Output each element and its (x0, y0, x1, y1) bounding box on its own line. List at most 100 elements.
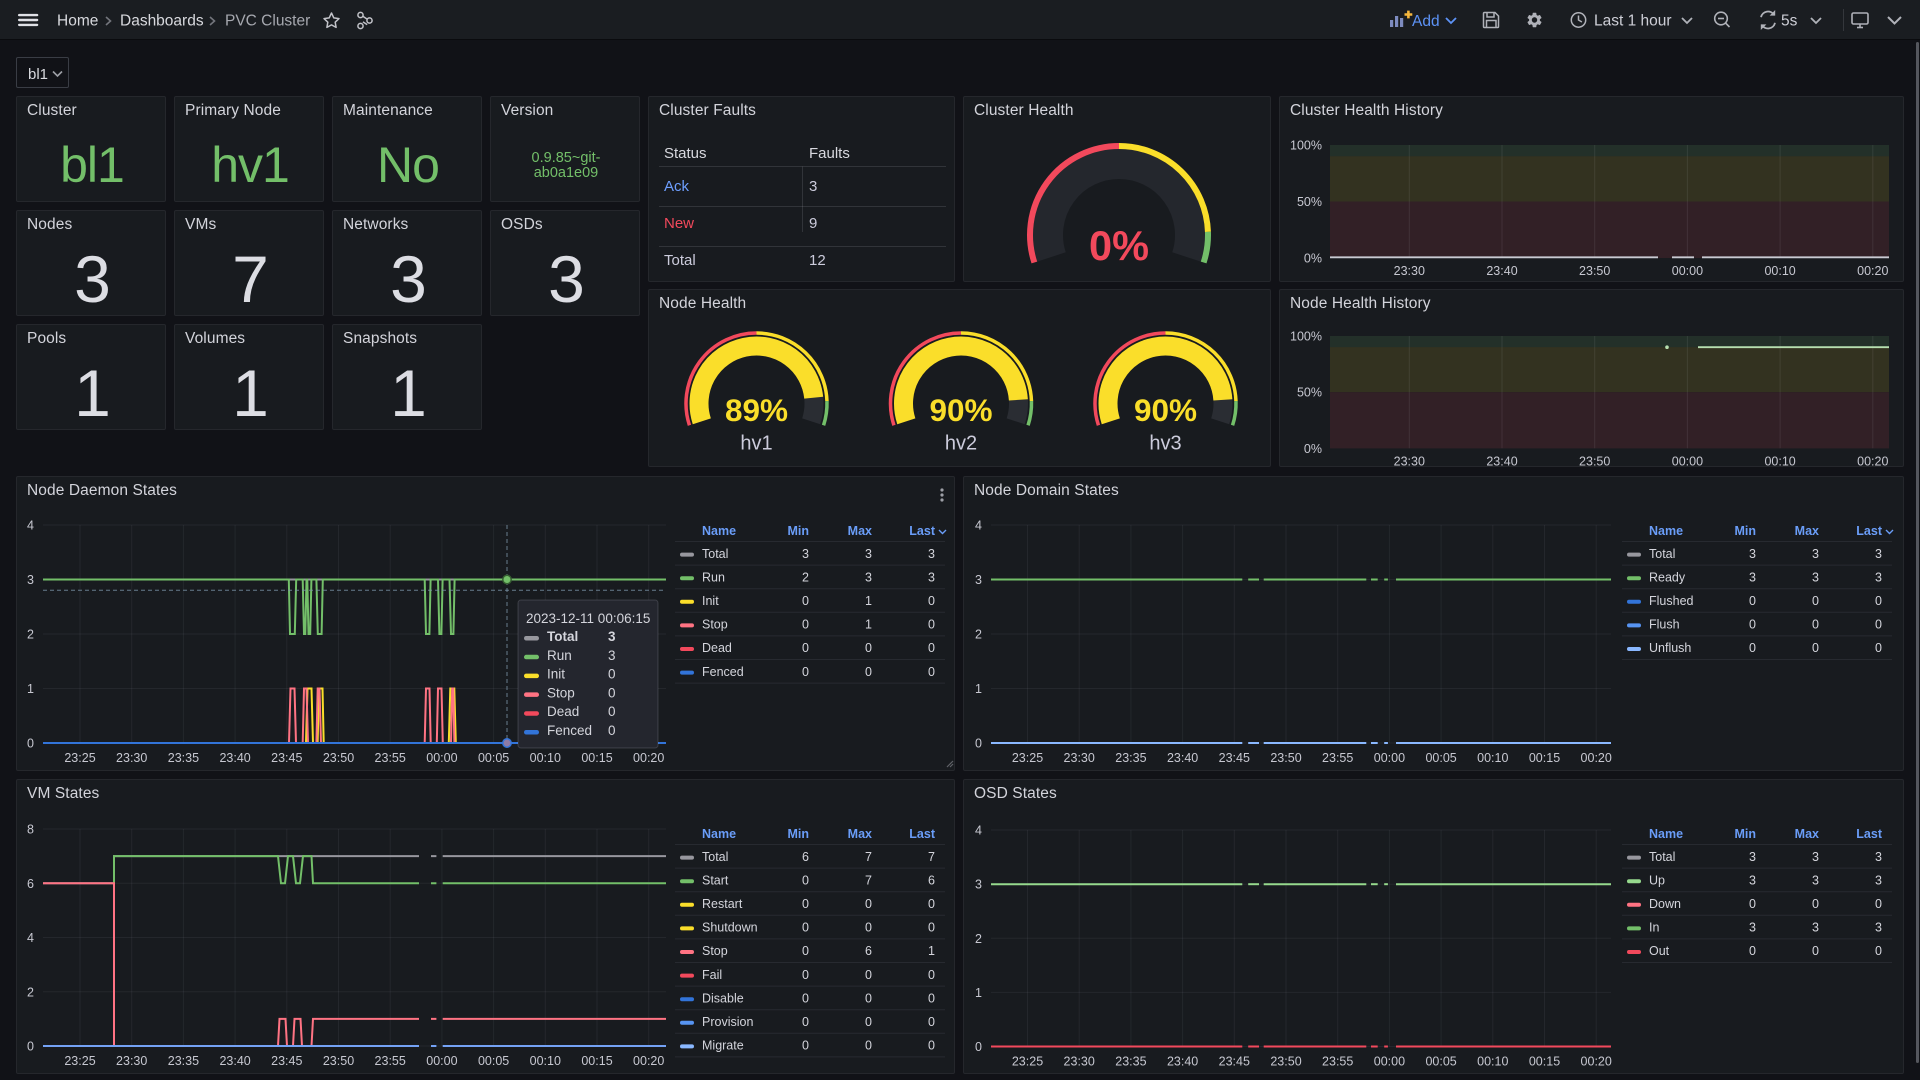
svg-text:Fenced: Fenced (547, 723, 592, 738)
svg-text:23:35: 23:35 (168, 751, 199, 765)
svg-text:3: 3 (975, 573, 982, 587)
svg-text:23:40: 23:40 (1486, 454, 1517, 468)
svg-text:00:10: 00:10 (530, 751, 561, 765)
svg-text:0: 0 (802, 991, 809, 1005)
svg-text:Unflush: Unflush (1649, 641, 1691, 655)
svg-text:6: 6 (27, 877, 34, 891)
svg-text:0: 0 (975, 737, 982, 751)
svg-text:0: 0 (1812, 897, 1819, 911)
svg-text:Total: Total (1649, 547, 1675, 561)
svg-text:Fenced: Fenced (702, 665, 744, 679)
svg-text:3: 3 (809, 178, 817, 195)
svg-text:Total: Total (1649, 850, 1675, 864)
svg-text:4: 4 (27, 931, 34, 945)
svg-text:Last: Last (909, 524, 936, 538)
svg-text:Last: Last (1856, 524, 1883, 538)
svg-text:00:05: 00:05 (1425, 1055, 1456, 1069)
svg-text:1: 1 (865, 594, 872, 608)
svg-text:0: 0 (608, 667, 616, 682)
svg-text:00:10: 00:10 (1764, 264, 1795, 278)
svg-text:00:10: 00:10 (1764, 454, 1795, 468)
svg-text:00:15: 00:15 (1529, 1055, 1560, 1069)
svg-text:0: 0 (802, 641, 809, 655)
svg-text:3: 3 (1749, 547, 1756, 561)
svg-text:0: 0 (928, 665, 935, 679)
svg-text:Up: Up (1649, 873, 1665, 887)
svg-text:Flush: Flush (1649, 618, 1680, 632)
svg-text:23:35: 23:35 (168, 1054, 199, 1068)
svg-text:0: 0 (1875, 944, 1882, 958)
svg-text:3: 3 (1875, 873, 1882, 887)
svg-text:00:10: 00:10 (1477, 1055, 1508, 1069)
svg-text:Last: Last (909, 827, 936, 841)
svg-text:23:55: 23:55 (375, 1054, 406, 1068)
svg-text:3: 3 (1875, 570, 1882, 584)
svg-text:23:25: 23:25 (1012, 751, 1043, 765)
svg-text:0: 0 (1812, 641, 1819, 655)
svg-text:Total: Total (547, 629, 578, 644)
svg-text:00:10: 00:10 (530, 1054, 561, 1068)
svg-text:3: 3 (1749, 570, 1756, 584)
svg-text:Shutdown: Shutdown (702, 921, 758, 935)
svg-text:00:00: 00:00 (426, 1054, 457, 1068)
svg-text:Max: Max (1795, 827, 1819, 841)
svg-text:Add: Add (1412, 13, 1440, 30)
svg-text:00:20: 00:20 (1581, 751, 1612, 765)
svg-text:3: 3 (1749, 921, 1756, 935)
svg-text:3: 3 (975, 878, 982, 892)
svg-text:23:50: 23:50 (1270, 751, 1301, 765)
svg-text:0: 0 (928, 641, 935, 655)
svg-text:00:00: 00:00 (426, 751, 457, 765)
svg-text:Stop: Stop (702, 944, 728, 958)
svg-text:90%: 90% (1134, 392, 1197, 428)
svg-text:23:55: 23:55 (1322, 1055, 1353, 1069)
svg-text:Last 1 hour: Last 1 hour (1594, 13, 1672, 30)
svg-text:Home: Home (57, 13, 98, 30)
svg-text:Dead: Dead (547, 704, 579, 719)
svg-text:23:30: 23:30 (1394, 264, 1425, 278)
svg-text:50%: 50% (1297, 195, 1322, 209)
svg-text:23:50: 23:50 (1579, 454, 1610, 468)
svg-text:00:00: 00:00 (1374, 751, 1405, 765)
svg-text:23:40: 23:40 (1486, 264, 1517, 278)
svg-text:0: 0 (865, 968, 872, 982)
svg-text:1: 1 (928, 944, 935, 958)
svg-text:3: 3 (1812, 921, 1819, 935)
svg-text:23:35: 23:35 (1115, 751, 1146, 765)
svg-text:0: 0 (1749, 641, 1756, 655)
svg-text:0: 0 (865, 991, 872, 1005)
svg-text:Out: Out (1649, 944, 1670, 958)
svg-text:3: 3 (1812, 850, 1819, 864)
svg-text:3: 3 (1812, 873, 1819, 887)
svg-text:4: 4 (975, 519, 982, 533)
svg-text:0: 0 (865, 897, 872, 911)
svg-text:0: 0 (1812, 594, 1819, 608)
svg-text:Name: Name (1649, 524, 1683, 538)
svg-text:3: 3 (1749, 873, 1756, 887)
svg-text:6: 6 (928, 873, 935, 887)
svg-text:Run: Run (547, 648, 572, 663)
svg-text:4: 4 (975, 824, 982, 838)
svg-text:7: 7 (928, 850, 935, 864)
svg-text:23:45: 23:45 (1219, 751, 1250, 765)
svg-text:Init: Init (547, 667, 565, 682)
svg-text:hv1: hv1 (740, 433, 772, 455)
svg-text:0: 0 (1875, 594, 1882, 608)
svg-text:23:25: 23:25 (64, 751, 95, 765)
svg-text:90%: 90% (929, 392, 992, 428)
svg-text:0: 0 (802, 897, 809, 911)
svg-text:Name: Name (702, 524, 736, 538)
svg-text:2: 2 (27, 985, 34, 999)
svg-text:1: 1 (865, 618, 872, 632)
svg-text:00:05: 00:05 (1425, 751, 1456, 765)
svg-text:Max: Max (848, 827, 872, 841)
svg-text:00:05: 00:05 (478, 1054, 509, 1068)
svg-text:0: 0 (1749, 897, 1756, 911)
svg-text:1: 1 (27, 682, 34, 696)
svg-text:5s: 5s (1781, 13, 1798, 30)
svg-text:6: 6 (865, 944, 872, 958)
svg-text:0: 0 (975, 1040, 982, 1054)
svg-text:Min: Min (787, 827, 809, 841)
svg-text:2: 2 (975, 628, 982, 642)
svg-text:23:50: 23:50 (323, 751, 354, 765)
